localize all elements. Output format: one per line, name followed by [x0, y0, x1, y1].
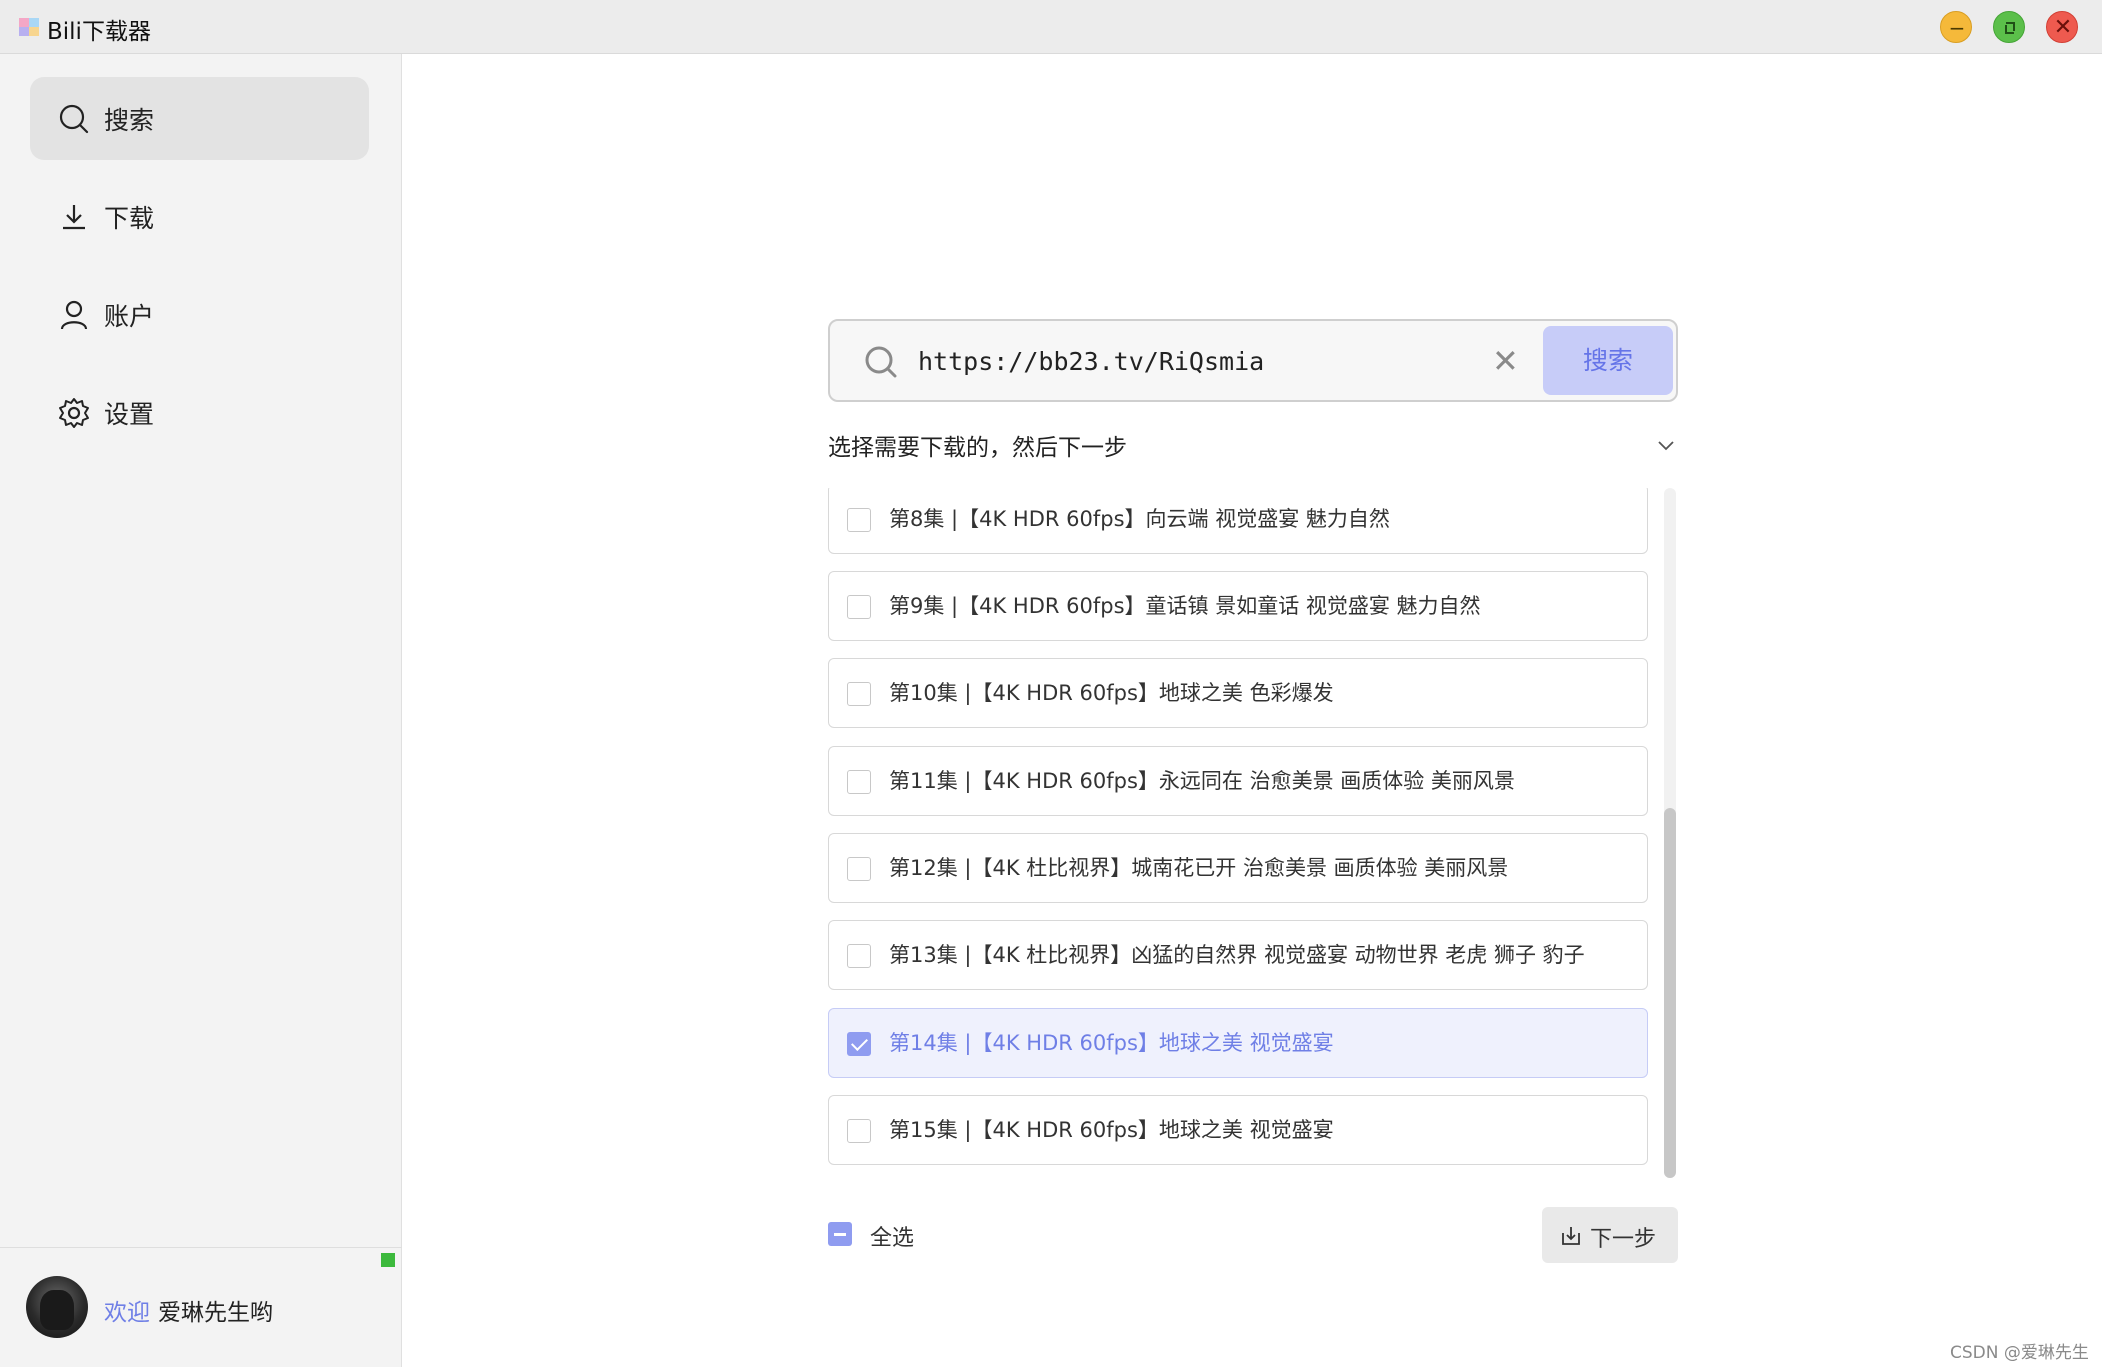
- close-button[interactable]: ✕: [2046, 11, 2078, 43]
- episode-title: 第11集 |【4K HDR 60fps】永远同在 治愈美景 画质体验 美丽风景: [889, 769, 1515, 793]
- episode-row[interactable]: 第10集 |【4K HDR 60fps】地球之美 色彩爆发: [828, 658, 1648, 728]
- username: 爱琳先生哟: [158, 1300, 273, 1326]
- selection-hint: 选择需要下载的，然后下一步: [828, 435, 1127, 461]
- episode-checkbox-checked[interactable]: [847, 1032, 871, 1056]
- gear-icon: [59, 398, 89, 428]
- episode-checkbox[interactable]: [847, 770, 871, 794]
- select-all-label[interactable]: 全选: [870, 1220, 914, 1252]
- chevron-down-icon[interactable]: [1656, 436, 1676, 456]
- next-step-label: 下一步: [1590, 1227, 1657, 1252]
- episode-title: 第12集 |【4K 杜比视界】城南花已开 治愈美景 画质体验 美丽风景: [889, 856, 1509, 880]
- sidebar-item-label: 账户: [104, 302, 155, 331]
- selection-header[interactable]: 选择需要下载的，然后下一步: [828, 428, 1678, 464]
- search-input[interactable]: [918, 337, 1438, 385]
- episode-title: 第15集 |【4K HDR 60fps】地球之美 视觉盛宴: [889, 1118, 1334, 1142]
- episode-checkbox[interactable]: [847, 944, 871, 968]
- episode-title: 第14集 |【4K HDR 60fps】地球之美 视觉盛宴: [889, 1031, 1334, 1055]
- window-title: Bili下载器: [47, 19, 151, 45]
- online-status-indicator: [381, 1253, 395, 1267]
- maximize-button[interactable]: [1993, 11, 2025, 43]
- avatar[interactable]: [26, 1276, 88, 1338]
- sidebar-item-label: 下载: [104, 204, 155, 233]
- episode-row[interactable]: 第11集 |【4K HDR 60fps】永远同在 治愈美景 画质体验 美丽风景: [828, 746, 1648, 816]
- episode-title: 第9集 |【4K HDR 60fps】童话镇 景如童话 视觉盛宴 魅力自然: [889, 594, 1481, 618]
- expand-icon: [2005, 22, 2015, 34]
- download-icon: [63, 205, 85, 230]
- episode-list: 第8集 |【4K HDR 60fps】向云端 视觉盛宴 魅力自然 第9集 |【4…: [828, 488, 1678, 1178]
- close-icon: ✕: [2053, 15, 2073, 40]
- welcome-message: 欢迎 爱琳先生哟: [104, 1293, 273, 1327]
- episode-row[interactable]: 第15集 |【4K HDR 60fps】地球之美 视觉盛宴: [828, 1095, 1648, 1165]
- welcome-text: 欢迎: [104, 1300, 150, 1326]
- app-logo-icon: [19, 18, 39, 36]
- minimize-icon: −: [1948, 16, 1966, 40]
- episode-row[interactable]: 第8集 |【4K HDR 60fps】向云端 视觉盛宴 魅力自然: [828, 488, 1648, 554]
- sidebar-item-settings[interactable]: 设置: [30, 371, 369, 454]
- sidebar-item-label: 设置: [104, 400, 155, 429]
- search-bar: ✕ 搜索: [828, 319, 1678, 402]
- minimize-button[interactable]: −: [1940, 11, 1972, 43]
- episode-checkbox[interactable]: [847, 595, 871, 619]
- download-box-icon: [1562, 1227, 1580, 1245]
- episode-title: 第10集 |【4K HDR 60fps】地球之美 色彩爆发: [889, 681, 1334, 705]
- sidebar-divider: [0, 1247, 402, 1248]
- episode-row-selected[interactable]: 第14集 |【4K HDR 60fps】地球之美 视觉盛宴: [828, 1008, 1648, 1078]
- episode-row[interactable]: 第9集 |【4K HDR 60fps】童话镇 景如童话 视觉盛宴 魅力自然: [828, 571, 1648, 641]
- sidebar: 搜索 下载 账户 设置: [0, 54, 402, 1367]
- search-icon: [865, 346, 897, 378]
- sidebar-item-account[interactable]: 账户: [30, 273, 369, 356]
- scrollbar-thumb[interactable]: [1664, 808, 1676, 1178]
- episode-checkbox[interactable]: [847, 1119, 871, 1143]
- user-icon: [60, 300, 88, 330]
- sidebar-item-label: 搜索: [104, 106, 155, 135]
- episode-row[interactable]: 第13集 |【4K 杜比视界】凶猛的自然界 视觉盛宴 动物世界 老虎 狮子 豹子: [828, 920, 1648, 990]
- clear-icon[interactable]: ✕: [1492, 339, 1519, 383]
- episode-checkbox[interactable]: [847, 682, 871, 706]
- episode-checkbox[interactable]: [847, 508, 871, 532]
- episode-title: 第8集 |【4K HDR 60fps】向云端 视觉盛宴 魅力自然: [889, 507, 1390, 531]
- sidebar-item-download[interactable]: 下载: [30, 175, 369, 258]
- search-button[interactable]: 搜索: [1543, 326, 1673, 395]
- title-bar: Bili下载器 − ✕: [0, 0, 2102, 54]
- watermark: CSDN @爱琳先生: [1950, 1343, 2089, 1363]
- episode-title: 第13集 |【4K 杜比视界】凶猛的自然界 视觉盛宴 动物世界 老虎 狮子 豹子: [889, 943, 1585, 967]
- episode-checkbox[interactable]: [847, 857, 871, 881]
- episode-row[interactable]: 第12集 |【4K 杜比视界】城南花已开 治愈美景 画质体验 美丽风景: [828, 833, 1648, 903]
- sidebar-item-search[interactable]: 搜索: [30, 77, 369, 160]
- next-step-button[interactable]: 下一步: [1542, 1207, 1678, 1263]
- search-icon: [59, 104, 89, 134]
- select-all-checkbox[interactable]: [828, 1222, 852, 1246]
